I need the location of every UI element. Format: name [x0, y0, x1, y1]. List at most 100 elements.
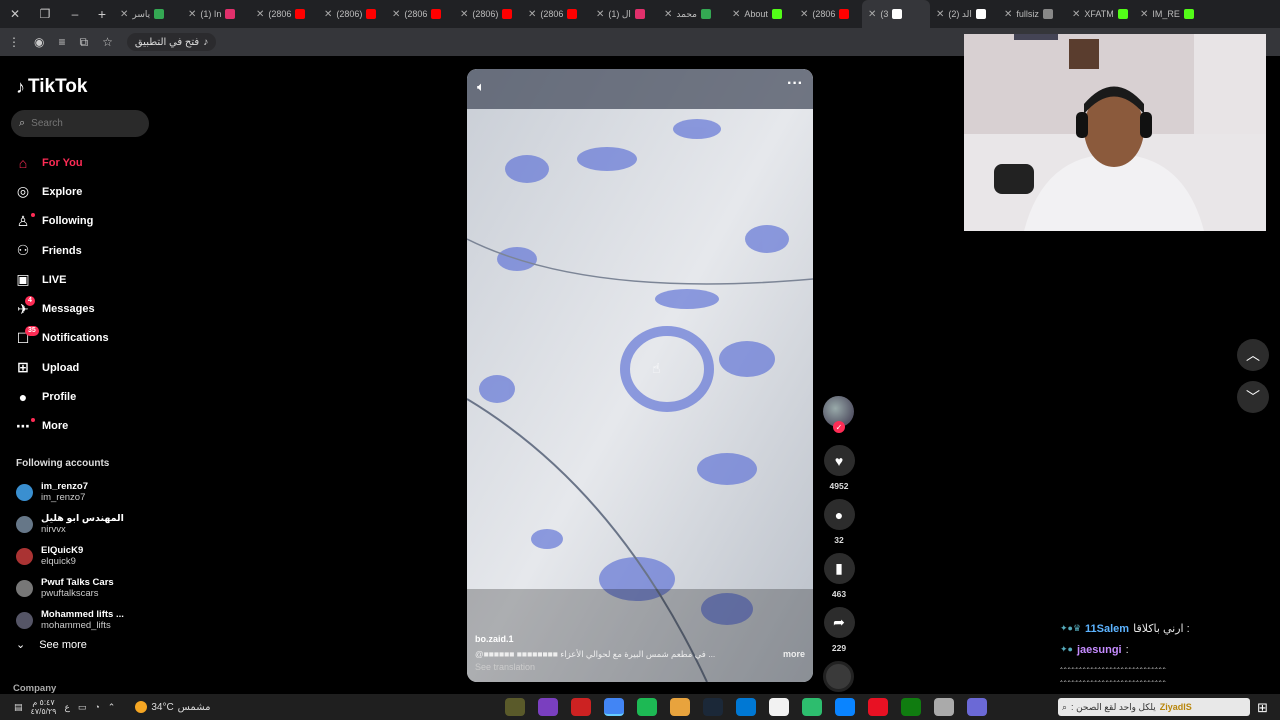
close-window-icon[interactable]: ✕: [0, 0, 30, 28]
comment-action[interactable]: ● 32: [823, 499, 855, 545]
menu-kebab-icon[interactable]: ⋮: [8, 35, 20, 49]
see-more-button[interactable]: ⌄ See more: [16, 638, 87, 652]
taskbar-app-icon[interactable]: [505, 698, 525, 716]
browser-tab[interactable]: ✕ (2806): [318, 0, 386, 28]
tiktok-logo[interactable]: ♪ TikTok: [16, 76, 87, 98]
video-username[interactable]: bo.zaid.1: [475, 634, 805, 644]
taskbar-app-icon[interactable]: [736, 698, 756, 716]
taskbar-app-icon[interactable]: [604, 698, 624, 716]
close-tab-icon[interactable]: ✕: [800, 9, 808, 20]
nav-item-following[interactable]: ♙ Following: [14, 207, 109, 236]
nav-item-upload[interactable]: ⊞ Upload: [14, 353, 109, 382]
close-tab-icon[interactable]: ✕: [324, 9, 332, 20]
browser-tab[interactable]: ✕ fullsiz: [998, 0, 1066, 28]
taskbar-app-icon[interactable]: [670, 698, 690, 716]
browser-tab[interactable]: ✕ ياسر: [114, 0, 182, 28]
comment-icon[interactable]: ●: [823, 499, 855, 530]
share-action[interactable]: ➦ 229: [823, 607, 855, 653]
taskbar-app-icon[interactable]: [538, 698, 558, 716]
nav-item-explore[interactable]: ◎ Explore: [14, 177, 109, 206]
close-tab-icon[interactable]: ✕: [392, 9, 400, 20]
new-tab-icon[interactable]: +: [90, 6, 114, 22]
browser-tab[interactable]: ✕ IM_RE: [1134, 0, 1202, 28]
taskbar-app-icon[interactable]: [703, 698, 723, 716]
nav-item-profile[interactable]: ● Profile: [14, 382, 109, 411]
following-account-item[interactable]: ElQuicK9 elquick9: [16, 540, 124, 572]
close-tab-icon[interactable]: ✕: [120, 9, 128, 20]
browser-tab[interactable]: ✕ (1) In: [182, 0, 250, 28]
close-tab-icon[interactable]: ✕: [596, 9, 604, 20]
close-tab-icon[interactable]: ✕: [732, 9, 740, 20]
taskbar-app-icon[interactable]: [967, 698, 987, 716]
minimize-window-icon[interactable]: –: [60, 0, 90, 28]
browser-tab[interactable]: ✕ (2806): [454, 0, 522, 28]
taskbar-app-icon[interactable]: [835, 698, 855, 716]
close-tab-icon[interactable]: ✕: [1072, 9, 1080, 20]
music-disc-icon[interactable]: [823, 661, 854, 692]
follow-check-icon[interactable]: ✓: [833, 421, 845, 433]
taskbar-app-icon[interactable]: [637, 698, 657, 716]
browser-tab[interactable]: ✕ (2806: [522, 0, 590, 28]
like-action[interactable]: ♥ 4952: [823, 445, 855, 491]
close-tab-icon[interactable]: ✕: [1140, 9, 1148, 20]
notification-center-icon[interactable]: ▤: [14, 702, 23, 713]
heart-icon[interactable]: ♥: [823, 445, 855, 476]
nav-item-messages[interactable]: ✈ 4 Messages: [14, 294, 109, 323]
volume-icon[interactable]: 🔈︎: [477, 79, 485, 95]
network-icon[interactable]: ◔: [94, 702, 99, 712]
caption-more-button[interactable]: more: [783, 649, 805, 660]
taskbar-app-icon[interactable]: [901, 698, 921, 716]
share-icon[interactable]: ➦: [823, 607, 855, 638]
nav-item-friends[interactable]: ⚇ Friends: [14, 236, 109, 265]
browser-tab[interactable]: ✕ (2) الد: [930, 0, 998, 28]
creator-avatar[interactable]: ✓: [823, 396, 854, 433]
tray-chevron-up-icon[interactable]: ⌃: [108, 702, 116, 713]
media-control-icon[interactable]: ≡: [58, 35, 65, 49]
browser-tab[interactable]: ✕ (2806: [250, 0, 318, 28]
browser-tab[interactable]: ✕ (2806: [794, 0, 862, 28]
close-tab-icon[interactable]: ✕: [256, 9, 264, 20]
extensions-icon[interactable]: ⧉: [80, 35, 89, 50]
taskbar-app-icon[interactable]: [769, 698, 789, 716]
following-account-item[interactable]: المهندس ابو هليل nirvvx: [16, 508, 124, 540]
taskbar-app-icon[interactable]: [868, 698, 888, 716]
close-tab-icon[interactable]: ✕: [1004, 9, 1012, 20]
more-options-icon[interactable]: ···: [787, 75, 803, 93]
windows-start-icon[interactable]: ⊞: [1257, 700, 1268, 716]
following-account-item[interactable]: Pwuf Talks Cars pwuftalkscars: [16, 572, 124, 604]
bookmark-star-icon[interactable]: ☆: [102, 35, 113, 49]
open-in-app-button[interactable]: فتح في التطبيق ♪: [126, 33, 217, 51]
browser-tab[interactable]: ✕ (1) ال: [590, 0, 658, 28]
profile-avatar-icon[interactable]: ◉: [34, 35, 44, 49]
browser-tab[interactable]: ✕ محمد: [658, 0, 726, 28]
search-box[interactable]: ⌕: [11, 110, 149, 137]
nav-item-for-you[interactable]: ⌂ For You: [14, 148, 109, 177]
close-tab-icon[interactable]: ✕: [188, 9, 196, 20]
previous-video-chevron-up-icon[interactable]: ︿: [1237, 339, 1269, 371]
nav-item-live[interactable]: ▣ LIVE: [14, 265, 109, 294]
taskbar-app-icon[interactable]: [802, 698, 822, 716]
nav-item-notifications[interactable]: ☐ 35 Notifications: [14, 324, 109, 353]
close-tab-icon[interactable]: ✕: [936, 9, 944, 20]
following-account-item[interactable]: Mohammed lifts ... mohammed_lifts: [16, 604, 124, 636]
nav-item-more[interactable]: ⋯ More: [14, 412, 109, 441]
browser-tab[interactable]: ✕ (3: [862, 0, 930, 28]
close-tab-icon[interactable]: ✕: [664, 9, 672, 20]
search-input[interactable]: [31, 118, 132, 129]
browser-tab[interactable]: ✕ About: [726, 0, 794, 28]
following-account-item[interactable]: im_renzo7 im_renzo7: [16, 476, 124, 508]
language-indicator[interactable]: ع: [64, 702, 69, 713]
weather-widget[interactable]: 34°C مشمس: [135, 701, 210, 713]
taskbar-app-icon[interactable]: [934, 698, 954, 716]
company-link[interactable]: Company: [13, 683, 56, 694]
restore-window-icon[interactable]: ❐: [30, 0, 60, 28]
video-player[interactable]: 🔈︎ ··· bo.zaid.1 @■■■■■■ ■■■■■■■■ في مطع…: [467, 69, 813, 682]
see-translation-link[interactable]: See translation: [475, 662, 805, 672]
close-tab-icon[interactable]: ✕: [528, 9, 536, 20]
browser-tab[interactable]: ✕ (2806: [386, 0, 454, 28]
close-tab-icon[interactable]: ✕: [868, 9, 876, 20]
taskbar-app-icon[interactable]: [571, 698, 591, 716]
browser-tab[interactable]: ✕ XFATM: [1066, 0, 1134, 28]
bookmark-icon[interactable]: ▮: [823, 553, 855, 584]
save-action[interactable]: ▮ 463: [823, 553, 855, 599]
